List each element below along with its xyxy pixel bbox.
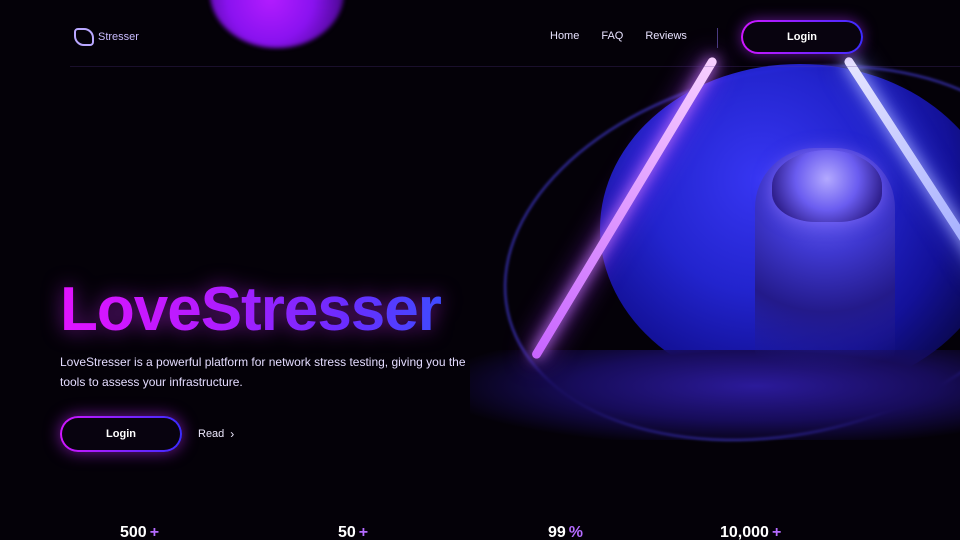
- stat-suffix: +: [149, 524, 160, 540]
- arrow-right-icon: ›: [230, 427, 235, 441]
- stats-row: 500 + 50 + 99% 10,000 +: [0, 522, 960, 540]
- astronaut-helmet: [772, 150, 882, 222]
- logo[interactable]: Stresser: [74, 24, 146, 50]
- hero-title: LoveStresser: [60, 274, 442, 344]
- stat-suffix: +: [358, 524, 369, 540]
- nav-divider: [717, 28, 718, 48]
- read-more-link[interactable]: Read ›: [198, 424, 234, 444]
- top-nav: Stresser Home FAQ Reviews Login: [0, 0, 960, 72]
- stat-value: 99: [548, 524, 566, 540]
- stat-suffix: %: [568, 524, 584, 540]
- page: Stresser Home FAQ Reviews Login LoveStre…: [0, 0, 960, 540]
- stat-suffix: +: [771, 524, 782, 540]
- stat-value: 50: [338, 524, 356, 540]
- nav-link-faq[interactable]: FAQ: [601, 30, 623, 42]
- hero-login-button[interactable]: Login: [60, 416, 182, 452]
- nav-link-home[interactable]: Home: [550, 30, 579, 42]
- nav-link-reviews[interactable]: Reviews: [645, 30, 687, 42]
- nav-links: Home FAQ Reviews: [550, 30, 709, 42]
- stat-item: 10,000 +: [720, 524, 781, 540]
- stat-value: 500: [120, 524, 147, 540]
- logo-icon: [74, 28, 94, 46]
- nav-login-button[interactable]: Login: [741, 20, 863, 54]
- logo-text: Stresser: [98, 31, 139, 43]
- nav-divider-line: [70, 66, 960, 67]
- stat-value: 10,000: [720, 524, 769, 540]
- stat-item: 500 +: [120, 524, 159, 540]
- stat-item: 50 +: [338, 524, 368, 540]
- stat-item: 99%: [548, 524, 583, 540]
- hero-description: LoveStresser is a powerful platform for …: [60, 355, 466, 389]
- read-more-label: Read: [198, 428, 225, 440]
